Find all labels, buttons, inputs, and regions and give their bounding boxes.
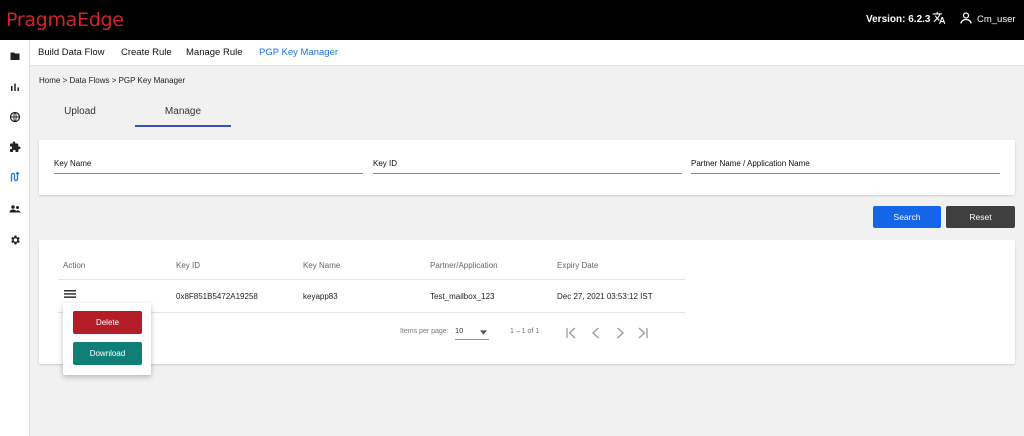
tab-manage[interactable]: Manage	[135, 99, 231, 127]
sidebar	[0, 40, 30, 436]
first-page-icon[interactable]	[565, 327, 577, 339]
nav-manage-rule[interactable]: Manage Rule	[186, 47, 243, 58]
search-button[interactable]: Search	[873, 206, 941, 228]
page-size-value: 10	[455, 326, 464, 335]
items-per-page-label: Items per page:	[400, 328, 449, 335]
puzzle-icon[interactable]	[9, 141, 21, 153]
delete-button[interactable]: Delete	[73, 311, 142, 334]
download-button[interactable]: Download	[73, 342, 142, 365]
column-header-key-id: Key ID	[176, 261, 201, 270]
translate-icon[interactable]	[932, 11, 946, 25]
page-range-label: 1 – 1 of 1	[510, 328, 540, 335]
tab-upload[interactable]: Upload	[39, 99, 121, 127]
next-page-icon[interactable]	[614, 327, 626, 339]
globe-icon[interactable]	[9, 111, 21, 123]
group-icon[interactable]	[9, 203, 21, 215]
cell-key-name: keyapp83	[303, 292, 338, 301]
key-name-field[interactable]: Key Name	[54, 159, 363, 174]
nav-pgp-key-manager[interactable]: PGP Key Manager	[259, 47, 338, 58]
cell-partner: Test_mailbox_123	[430, 292, 495, 301]
filter-panel: Key Name Key ID Partner Name / Applicati…	[39, 140, 1015, 195]
version-label: Version: 6.2.3	[866, 14, 931, 25]
user-icon[interactable]	[960, 12, 972, 24]
key-id-field[interactable]: Key ID	[373, 159, 682, 174]
column-header-key-name: Key Name	[303, 261, 341, 270]
folder-icon[interactable]	[9, 50, 21, 62]
last-page-icon[interactable]	[637, 327, 649, 339]
top-bar: PragmaEdge Version: 6.2.3 Cm_user	[0, 0, 1024, 40]
row-divider	[58, 312, 685, 313]
dropdown-arrow-icon	[480, 330, 487, 335]
route-icon[interactable]	[9, 171, 21, 183]
header-divider	[58, 279, 685, 280]
page-size-select[interactable]: 10	[455, 326, 489, 340]
cell-key-id: 0x8F851B5472A19258	[176, 292, 258, 301]
cell-expiry: Dec 27, 2021 03:53:12 IST	[557, 292, 653, 301]
settings-icon[interactable]	[9, 234, 21, 246]
previous-page-icon[interactable]	[590, 327, 602, 339]
partner-name-field[interactable]: Partner Name / Application Name	[691, 159, 1000, 174]
brand-logo[interactable]: PragmaEdge	[6, 9, 124, 31]
reset-button[interactable]: Reset	[946, 206, 1015, 228]
nav-build-data-flow[interactable]: Build Data Flow	[38, 47, 105, 58]
row-action-menu-icon[interactable]	[64, 290, 76, 298]
top-navigation: Build Data Flow Create Rule Manage Rule …	[30, 40, 1024, 66]
keys-table: Action Key ID Key Name Partner/Applicati…	[39, 240, 1015, 364]
action-popup-menu: Delete Download	[63, 303, 151, 375]
nav-create-rule[interactable]: Create Rule	[121, 47, 172, 58]
breadcrumb: Home > Data Flows > PGP Key Manager	[39, 76, 186, 85]
username-label[interactable]: Cm_user	[977, 14, 1016, 25]
column-header-expiry: Expiry Date	[557, 261, 599, 270]
bar-chart-icon[interactable]	[9, 81, 21, 93]
column-header-partner: Partner/Application	[430, 261, 498, 270]
column-header-action: Action	[63, 261, 86, 270]
